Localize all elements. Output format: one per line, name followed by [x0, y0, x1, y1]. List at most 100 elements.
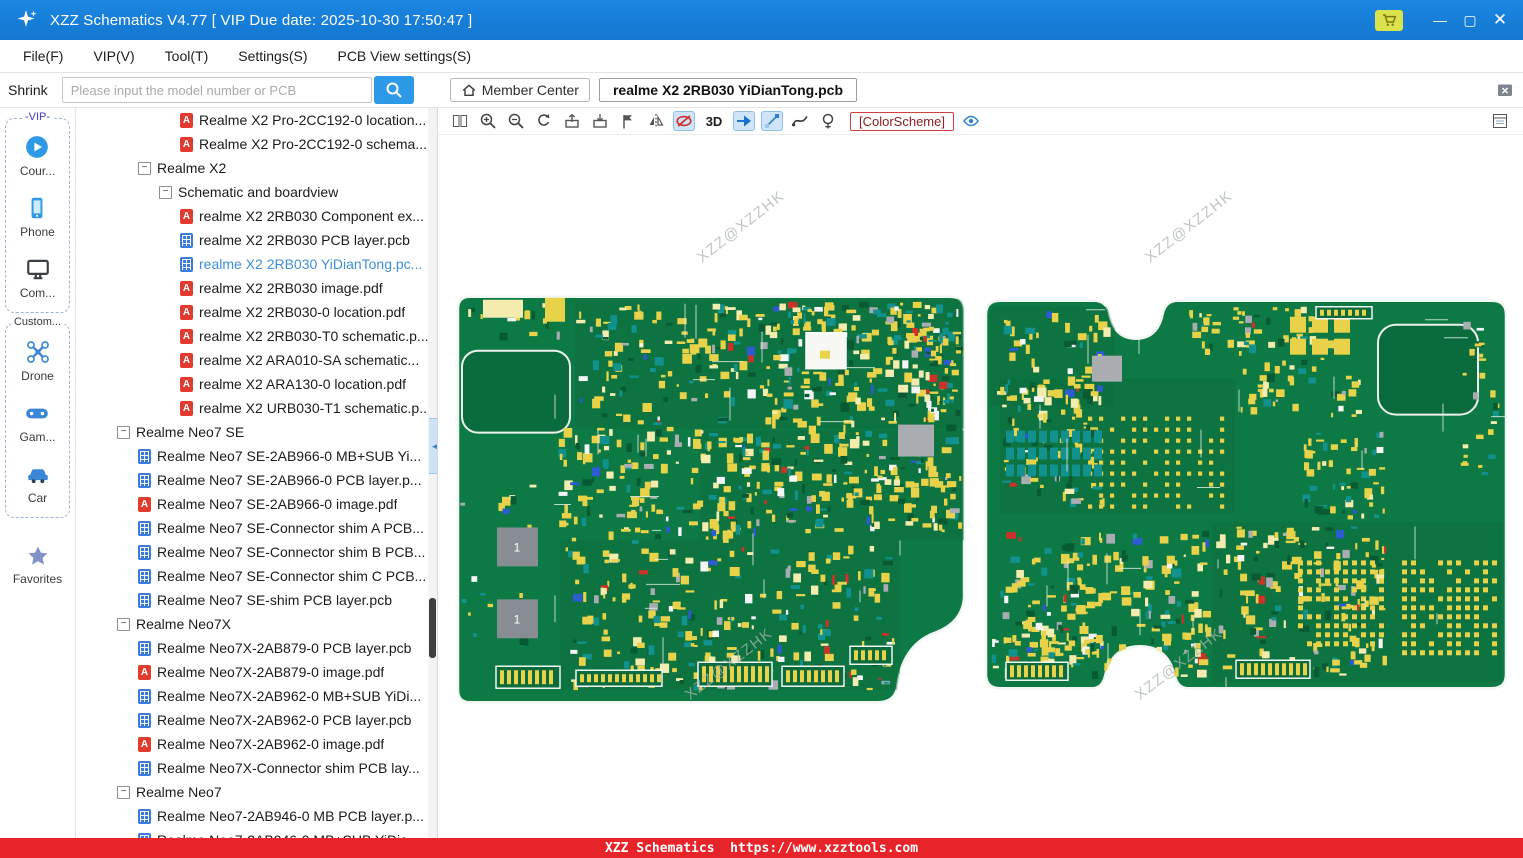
- tree-item[interactable]: − Realme Neo7X: [76, 612, 437, 636]
- visibility-eye-icon[interactable]: [960, 111, 982, 131]
- member-center-button[interactable]: Member Center: [449, 78, 590, 102]
- menu-settings[interactable]: Settings(S): [223, 48, 322, 64]
- tree-collapse-handle[interactable]: ◀: [429, 418, 437, 474]
- tree-item[interactable]: realme X2 2RB030-T0 schematic.p...: [76, 324, 437, 348]
- tree-item[interactable]: − Realme Neo7: [76, 780, 437, 804]
- sidebar-item-car[interactable]: Car: [24, 460, 52, 505]
- shrink-button[interactable]: Shrink: [8, 82, 48, 98]
- tree-item-label: realme X2 URB030-T1 schematic.p...: [199, 400, 431, 416]
- pcb-canvas[interactable]: 1 1 XZZ@XZZHK XZZ@XZZHK XZZ@XZZHK XZZ@XZZHK: [438, 135, 1523, 838]
- tree-item[interactable]: Realme Neo7 SE-shim PCB layer.pcb: [76, 588, 437, 612]
- tree-item-label: Realme Neo7: [136, 784, 222, 800]
- sidebar-item-favorites[interactable]: Favorites: [0, 542, 75, 586]
- import-board-icon[interactable]: [589, 111, 611, 131]
- menu-tool[interactable]: Tool(T): [150, 48, 224, 64]
- sidebar-item-game[interactable]: Gam...: [19, 399, 56, 444]
- color-scheme-button[interactable]: [ColorScheme]: [850, 111, 954, 131]
- tree-item[interactable]: realme X2 2RB030 YiDianTong.pc...: [76, 252, 437, 276]
- search-input[interactable]: [61, 77, 372, 103]
- tree-expander-icon[interactable]: −: [159, 185, 172, 199]
- hide-parts-icon[interactable]: [673, 111, 695, 131]
- pcb-file-icon: [180, 232, 193, 248]
- vip-group: -VIP- Cour... Phone Com...: [5, 111, 70, 313]
- pcb-file-icon: [138, 472, 151, 488]
- tree-item-label: Realme Neo7 SE-2AB966-0 image.pdf: [157, 496, 398, 512]
- tree-item-label: Realme Neo7 SE-Connector shim B PCB...: [157, 544, 426, 560]
- tree-item[interactable]: Realme Neo7X-2AB962-0 image.pdf: [76, 732, 437, 756]
- tree-item[interactable]: realme X2 2RB030 image.pdf: [76, 276, 437, 300]
- pdf-file-icon: [138, 496, 151, 512]
- tree-item[interactable]: Realme X2 Pro-2CC192-0 schema...: [76, 132, 437, 156]
- minimize-button[interactable]: —: [1425, 0, 1455, 40]
- search-button[interactable]: [373, 76, 414, 104]
- tree-expander-icon[interactable]: −: [117, 425, 130, 439]
- tree-item[interactable]: realme X2 ARA130-0 location.pdf: [76, 372, 437, 396]
- curve-tool-icon[interactable]: [789, 111, 811, 131]
- tree-item[interactable]: realme X2 2RB030 PCB layer.pcb: [76, 228, 437, 252]
- sidebar-item-label: Phone: [20, 225, 55, 239]
- sidebar-item-label: Cour...: [19, 164, 56, 178]
- tree-item[interactable]: Realme Neo7X-Connector shim PCB lay...: [76, 756, 437, 780]
- sidebar-item-label: Gam...: [19, 430, 56, 444]
- flag-marker-icon[interactable]: [617, 111, 639, 131]
- vip-shop-icon[interactable]: [1375, 9, 1403, 31]
- tree-item-label: realme X2 2RB030 YiDianTong.pc...: [199, 256, 423, 272]
- flip-board-icon[interactable]: [645, 111, 667, 131]
- tree-item[interactable]: realme X2 URB030-T1 schematic.p...: [76, 396, 437, 420]
- tree-item[interactable]: realme X2 2RB030-0 location.pdf: [76, 300, 437, 324]
- tree-item[interactable]: Realme Neo7-2AB946-0 MB+SUB YiDia...: [76, 828, 437, 838]
- menu-pcb-view-settings[interactable]: PCB View settings(S): [322, 48, 486, 64]
- diode-measure-icon[interactable]: [761, 111, 783, 131]
- pcb-file-icon: [138, 760, 151, 776]
- view-3d-button[interactable]: 3D: [701, 111, 727, 131]
- sidebar-item-computer[interactable]: Com...: [20, 255, 55, 300]
- tree-item[interactable]: Realme Neo7 SE-2AB966-0 MB+SUB Yi...: [76, 444, 437, 468]
- maximize-button[interactable]: ▢: [1455, 0, 1485, 40]
- tree-item[interactable]: Realme Neo7-2AB946-0 MB PCB layer.p...: [76, 804, 437, 828]
- tree-item-label: realme X2 2RB030 Component ex...: [199, 208, 424, 224]
- tree-item[interactable]: Realme Neo7X-2AB879-0 image.pdf: [76, 660, 437, 684]
- tree-item[interactable]: Realme Neo7 SE-2AB966-0 PCB layer.p...: [76, 468, 437, 492]
- sidebar-item-drone[interactable]: Drone: [21, 338, 54, 383]
- close-tabs-icon[interactable]: [1496, 81, 1514, 99]
- close-button[interactable]: ✕: [1485, 0, 1515, 40]
- sidebar-item-course[interactable]: Cour...: [20, 133, 55, 178]
- split-view-icon[interactable]: [449, 111, 471, 131]
- gamepad-icon: [23, 399, 51, 427]
- tree-expander-icon[interactable]: −: [138, 161, 151, 175]
- tree-item[interactable]: Realme Neo7 SE-2AB966-0 image.pdf: [76, 492, 437, 516]
- scrollbar-thumb[interactable]: [429, 598, 436, 658]
- app-window: XZZ Schematics V4.77 [ VIP Due date: 202…: [0, 0, 1523, 858]
- tree-item[interactable]: Realme Neo7 SE-Connector shim A PCB...: [76, 516, 437, 540]
- zoom-out-icon[interactable]: [505, 111, 527, 131]
- tree-item[interactable]: Realme Neo7 SE-Connector shim B PCB...: [76, 540, 437, 564]
- tree-item-label: Realme Neo7 SE-shim PCB layer.pcb: [157, 592, 392, 608]
- tree-item[interactable]: − Realme Neo7 SE: [76, 420, 437, 444]
- layers-panel-icon[interactable]: [1489, 111, 1511, 131]
- tree-item[interactable]: − Realme X2: [76, 156, 437, 180]
- zoom-in-icon[interactable]: [477, 111, 499, 131]
- tree-item[interactable]: − Schematic and boardview: [76, 180, 437, 204]
- menu-vip[interactable]: VIP(V): [78, 48, 149, 64]
- tree-item[interactable]: Realme Neo7X-2AB962-0 MB+SUB YiDi...: [76, 684, 437, 708]
- tree-item[interactable]: realme X2 2RB030 Component ex...: [76, 204, 437, 228]
- tree-item[interactable]: Realme X2 Pro-2CC192-0 location...: [76, 108, 437, 132]
- tree-item[interactable]: Realme Neo7X-2AB879-0 PCB layer.pcb: [76, 636, 437, 660]
- tree-item[interactable]: realme X2 ARA010-SA schematic...: [76, 348, 437, 372]
- tree-item[interactable]: Realme Neo7 SE-Connector shim C PCB...: [76, 564, 437, 588]
- tree-item-label: Realme Neo7 SE-Connector shim C PCB...: [157, 568, 427, 584]
- sidebar-item-phone[interactable]: Phone: [20, 194, 55, 239]
- course-play-icon: [23, 133, 51, 161]
- export-board-icon[interactable]: [561, 111, 583, 131]
- pcb-file-icon: [138, 688, 151, 704]
- tree-expander-icon[interactable]: −: [117, 785, 130, 799]
- active-document-tab[interactable]: realme X2 2RB030 YiDianTong.pcb: [598, 78, 857, 102]
- tree-expander-icon[interactable]: −: [117, 617, 130, 631]
- pointer-tool-icon[interactable]: [733, 111, 755, 131]
- refresh-view-icon[interactable]: [533, 111, 555, 131]
- tree-item-label: Schematic and boardview: [178, 184, 339, 200]
- locate-tool-icon[interactable]: [817, 111, 839, 131]
- menu-file[interactable]: File(F): [8, 48, 78, 64]
- tree-item[interactable]: Realme Neo7X-2AB962-0 PCB layer.pcb: [76, 708, 437, 732]
- pdf-file-icon: [138, 664, 151, 680]
